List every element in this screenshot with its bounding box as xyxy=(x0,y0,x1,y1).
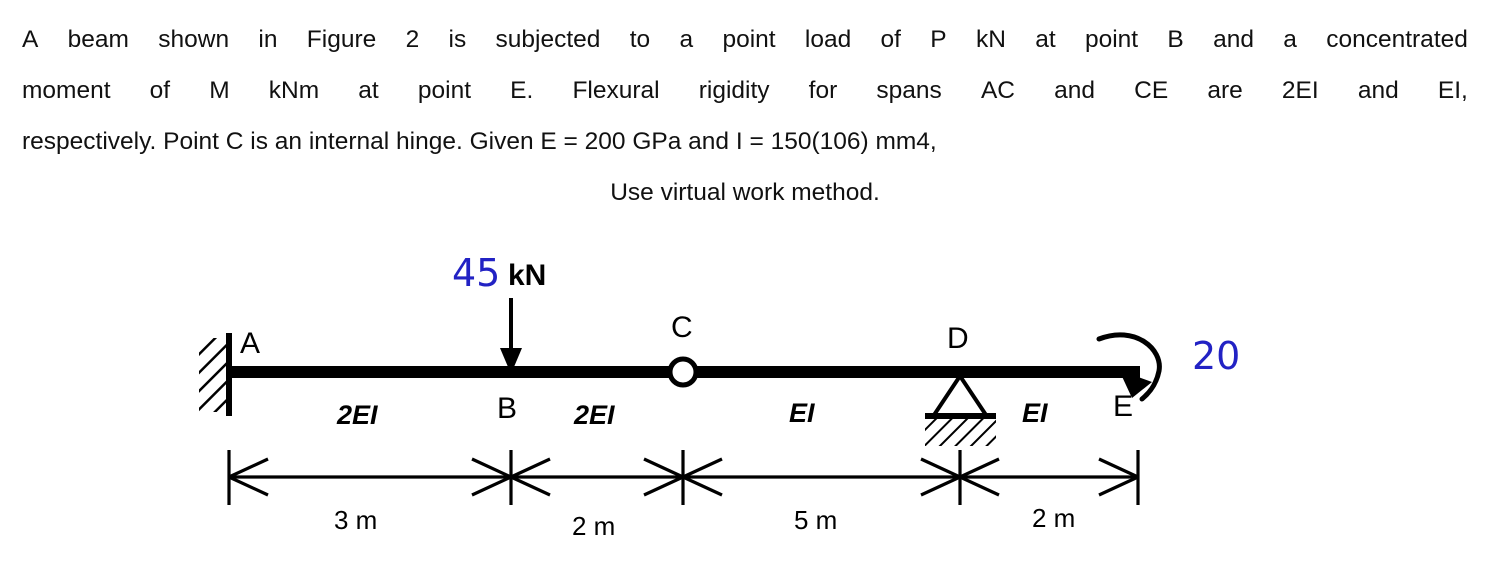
word: point xyxy=(722,26,776,53)
word: rigidity xyxy=(698,77,770,104)
word: point xyxy=(417,77,472,104)
problem-line-4: Use virtual work method. xyxy=(610,179,880,206)
word: M xyxy=(209,77,230,104)
node-label-d: D xyxy=(947,322,969,355)
word: for xyxy=(808,77,838,104)
word: beam xyxy=(67,26,129,53)
word: of xyxy=(149,77,171,104)
problem-line-3: respectively. Point C is an internal hin… xyxy=(22,128,937,155)
node-label-a: A xyxy=(240,327,261,360)
word: are xyxy=(1207,77,1243,104)
internal-hinge-c-icon xyxy=(667,356,699,388)
stiffness-label-de: EI xyxy=(1022,398,1048,428)
word: in xyxy=(258,26,278,53)
word: E. xyxy=(510,77,534,104)
node-label-e: E xyxy=(1113,390,1134,423)
word: P xyxy=(930,26,947,53)
word: is xyxy=(448,26,467,53)
word: to xyxy=(629,26,651,53)
pin-support-d-icon xyxy=(925,372,996,446)
stiffness-label-bc: 2EI xyxy=(574,400,615,430)
problem-line-2: moment of M kNm at point E. Flexural rig… xyxy=(22,65,1468,116)
node-label-c: C xyxy=(671,311,693,344)
word: and xyxy=(1213,26,1254,53)
word: of xyxy=(880,26,901,53)
word: A xyxy=(22,26,39,53)
word: concentrated xyxy=(1326,26,1468,53)
point-load-arrow-icon xyxy=(500,298,522,374)
problem-statement: A beam shown in Figure 2 is subjected to… xyxy=(22,14,1468,218)
word: 2 xyxy=(405,26,420,53)
word: a xyxy=(679,26,694,53)
dimension-line xyxy=(227,450,1140,505)
fixed-support-a-icon xyxy=(199,333,232,416)
page-root: A beam shown in Figure 2 is subjected to… xyxy=(0,0,1490,582)
dimension-label-cd: 5 m xyxy=(794,505,838,535)
word: and xyxy=(1054,77,1096,104)
beam-member xyxy=(228,366,1140,378)
moment-handwritten-value: 20 xyxy=(1192,334,1241,378)
word: point xyxy=(1084,26,1139,53)
stiffness-label-cd: EI xyxy=(789,398,815,428)
word: subjected xyxy=(495,26,601,53)
word: CE xyxy=(1134,77,1169,104)
word: and xyxy=(1357,77,1399,104)
word: spans xyxy=(876,77,942,104)
word: shown xyxy=(158,26,230,53)
word: EI, xyxy=(1437,77,1468,104)
dimension-label-de: 2 m xyxy=(1032,503,1076,533)
word: moment xyxy=(22,77,111,104)
problem-line-1: A beam shown in Figure 2 is subjected to… xyxy=(22,14,1468,65)
point-load-unit: kN xyxy=(508,259,547,292)
word: kN xyxy=(975,26,1006,53)
word: at xyxy=(1035,26,1056,53)
word: a xyxy=(1283,26,1297,53)
stiffness-label-ab: 2EI xyxy=(337,400,378,430)
dimension-label-ab: 3 m xyxy=(334,505,378,535)
word: AC xyxy=(980,77,1015,104)
word: at xyxy=(358,77,379,104)
word: kNm xyxy=(268,77,320,104)
word: Flexural xyxy=(572,77,660,104)
point-load-handwritten-value: 45 xyxy=(452,251,501,295)
word: load xyxy=(804,26,852,53)
moment-arrow-icon xyxy=(1096,332,1162,402)
word: B xyxy=(1167,26,1184,53)
word: Figure xyxy=(306,26,377,53)
node-label-b: B xyxy=(497,392,518,425)
dimension-label-bc: 2 m xyxy=(572,511,616,541)
word: 2EI xyxy=(1281,77,1319,104)
